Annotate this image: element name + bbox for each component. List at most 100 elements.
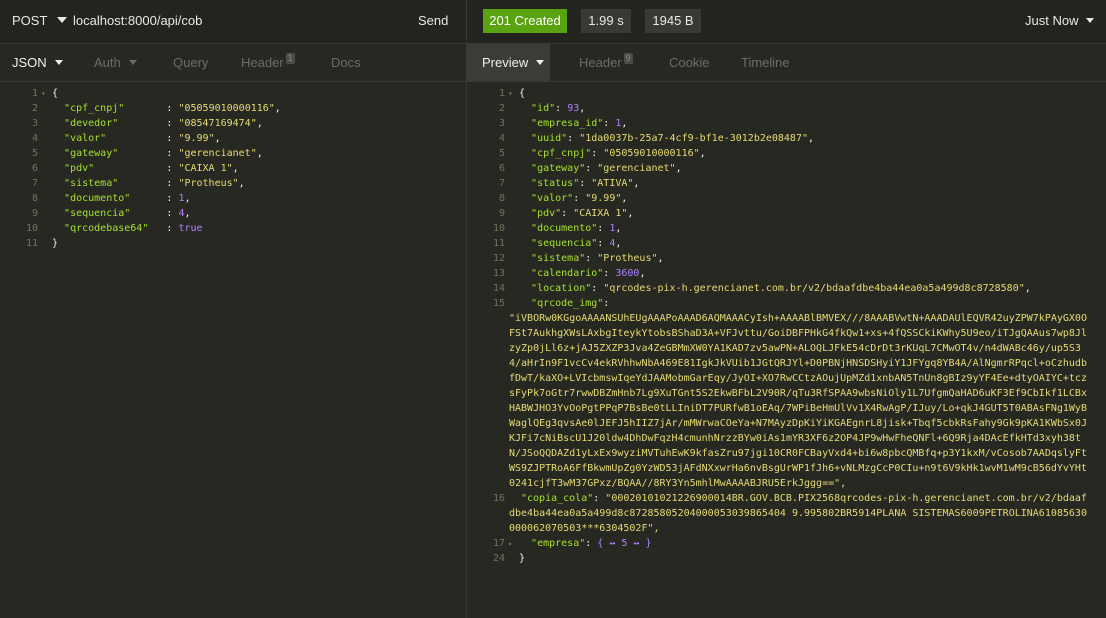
code-line: 7 "sistema" : "Protheus", <box>0 176 466 191</box>
line-number: 13 <box>492 268 505 279</box>
code-content: "cpf_cnpj" : "05059010000116", <box>52 101 281 116</box>
tab-docs[interactable]: Docs <box>331 44 361 82</box>
code-line: 9 "pdv": "CAIXA 1", <box>467 206 1106 221</box>
code-line-wrapped: 16 "copia_cola": "00020101021226900014BR.… <box>467 491 1106 536</box>
line-number: 5 <box>498 148 505 159</box>
response-tabs: Preview Header 9 Cookie Timeline <box>467 44 1106 82</box>
history-dropdown[interactable]: Just Now <box>1025 13 1095 28</box>
json-value: "08547169474" <box>178 118 257 129</box>
json-value: "1da0037b-25a7-4cf9-bf1e-3012b2e08487" <box>579 133 808 144</box>
colon: : <box>603 268 616 279</box>
tab-preview[interactable]: Preview <box>467 44 550 82</box>
line-number: 14 <box>492 283 505 294</box>
json-key: "uuid" <box>531 133 568 144</box>
response-size-badge: 1945 B <box>645 9 701 33</box>
line-number: 7 <box>498 178 505 189</box>
json-key: "devedor" <box>64 118 119 129</box>
json-value: 3600 <box>615 268 640 279</box>
colon: : <box>603 118 616 129</box>
code-content: "devedor" : "08547169474", <box>52 116 263 131</box>
code-line: 11 "sequencia": 4, <box>467 236 1106 251</box>
line-number: 11 <box>25 238 38 249</box>
code-content: } <box>519 551 525 566</box>
tab-timeline[interactable]: Timeline <box>741 44 790 82</box>
code-line: 1 ▾ { <box>467 86 1106 101</box>
line-number: 2 <box>498 103 505 114</box>
json-key: "sistema" <box>64 178 119 189</box>
code-line: 3 "empresa_id": 1, <box>467 116 1106 131</box>
comma: , <box>615 238 622 249</box>
code-content: "valor" : "9.99", <box>52 131 221 146</box>
line-number: 10 <box>492 223 505 234</box>
json-value: "Protheus" <box>597 253 658 264</box>
code-line: 6 "gateway": "gerencianet", <box>467 161 1106 176</box>
tab-cookie[interactable]: Cookie <box>669 44 709 82</box>
line-number: 9 <box>31 208 38 219</box>
code-line: 15 "qrcode_img": <box>467 296 1106 311</box>
code-line: 10 "qrcodebase64" : true <box>0 221 466 236</box>
json-value: "qrcodes-pix-h.gerencianet.com.br/v2/bda… <box>603 283 1025 294</box>
tab-auth[interactable]: Auth <box>94 44 137 82</box>
tab-label: JSON <box>12 55 47 70</box>
tab-body-json[interactable]: JSON <box>12 44 63 82</box>
url-input[interactable]: localhost:8000/api/cob <box>73 13 202 28</box>
comma: , <box>238 178 245 189</box>
json-value: "05059010000116" <box>603 148 700 159</box>
tab-query[interactable]: Query <box>173 44 208 82</box>
comma: , <box>621 193 628 204</box>
send-button[interactable]: Send <box>418 13 448 28</box>
json-value: 93 <box>567 103 580 114</box>
line-number: 9 <box>498 208 505 219</box>
code-line: 8 "valor": "9.99", <box>467 191 1106 206</box>
json-key: "sequencia" <box>531 238 598 249</box>
code-content: "documento" : 1, <box>52 191 190 206</box>
qrcode-img-value: "iVBORw0KGgoAAAANSUhEUgAAAPoAAAD6AQMAAAC… <box>509 313 1087 489</box>
json-key: "qrcodebase64" <box>64 223 149 234</box>
code-content: "sistema" : "Protheus", <box>52 176 245 191</box>
comma: , <box>808 133 815 144</box>
colon: : <box>591 283 604 294</box>
colon: : <box>579 178 592 189</box>
json-key: "documento" <box>531 223 598 234</box>
response-time-badge: 1.99 s <box>581 9 631 33</box>
json-value: "gerencianet" <box>178 148 257 159</box>
code-line: 13 "calendario": 3600, <box>467 266 1106 281</box>
code-line: 6 "pdv" : "CAIXA 1", <box>0 161 466 176</box>
colon: : <box>597 223 610 234</box>
tab-response-header[interactable]: Header 9 <box>579 44 633 82</box>
line-number: 24 <box>492 553 505 564</box>
code-content: } <box>52 236 58 251</box>
tab-label: Header <box>241 55 284 70</box>
json-key: "valor" <box>531 193 574 204</box>
tab-label: Preview <box>482 55 529 70</box>
json-key: "copia_cola" <box>521 493 594 504</box>
code-content: { <box>52 86 58 101</box>
colon: : <box>597 238 610 249</box>
line-number: 16 <box>492 493 505 504</box>
tab-label: Header <box>579 55 622 70</box>
tab-header[interactable]: Header 1 <box>241 44 295 82</box>
comma: , <box>639 268 646 279</box>
code-line: 2 "id": 93, <box>467 101 1106 116</box>
code-content: "qrcode_img": <box>519 296 615 311</box>
colon: : <box>573 193 586 204</box>
brace: { <box>519 88 526 99</box>
json-value: "CAIXA 1" <box>573 208 628 219</box>
code-line: 5 "gateway" : "gerencianet", <box>0 146 466 161</box>
comma: , <box>232 163 239 174</box>
response-body-viewer[interactable]: 1 ▾{2 "id": 93, 3 "empresa_id": 1, 4 "uuid"… <box>467 86 1106 566</box>
colon: : <box>166 163 179 174</box>
colon: : <box>585 538 598 549</box>
code-line: 12 "sistema": "Protheus", <box>467 251 1106 266</box>
fold-toggle-icon[interactable]: ▾ <box>508 86 513 101</box>
request-body-editor[interactable]: 1 ▾{2 "cpf_cnpj" : "05059010000116", 3 "de… <box>0 86 466 251</box>
code-content: "sequencia": 4, <box>519 236 621 251</box>
tab-label: Cookie <box>669 55 710 70</box>
collapsed-object[interactable]: { ↔ 5 ↔ } <box>597 538 651 549</box>
chevron-down-icon <box>54 60 63 65</box>
code-line: 17 ▸ "empresa": { ↔ 5 ↔ } <box>467 536 1106 551</box>
comma: , <box>274 103 281 114</box>
method-select[interactable]: POST <box>12 13 68 28</box>
fold-toggle-icon[interactable]: ▾ <box>41 86 46 101</box>
fold-toggle-icon[interactable]: ▸ <box>508 536 513 551</box>
